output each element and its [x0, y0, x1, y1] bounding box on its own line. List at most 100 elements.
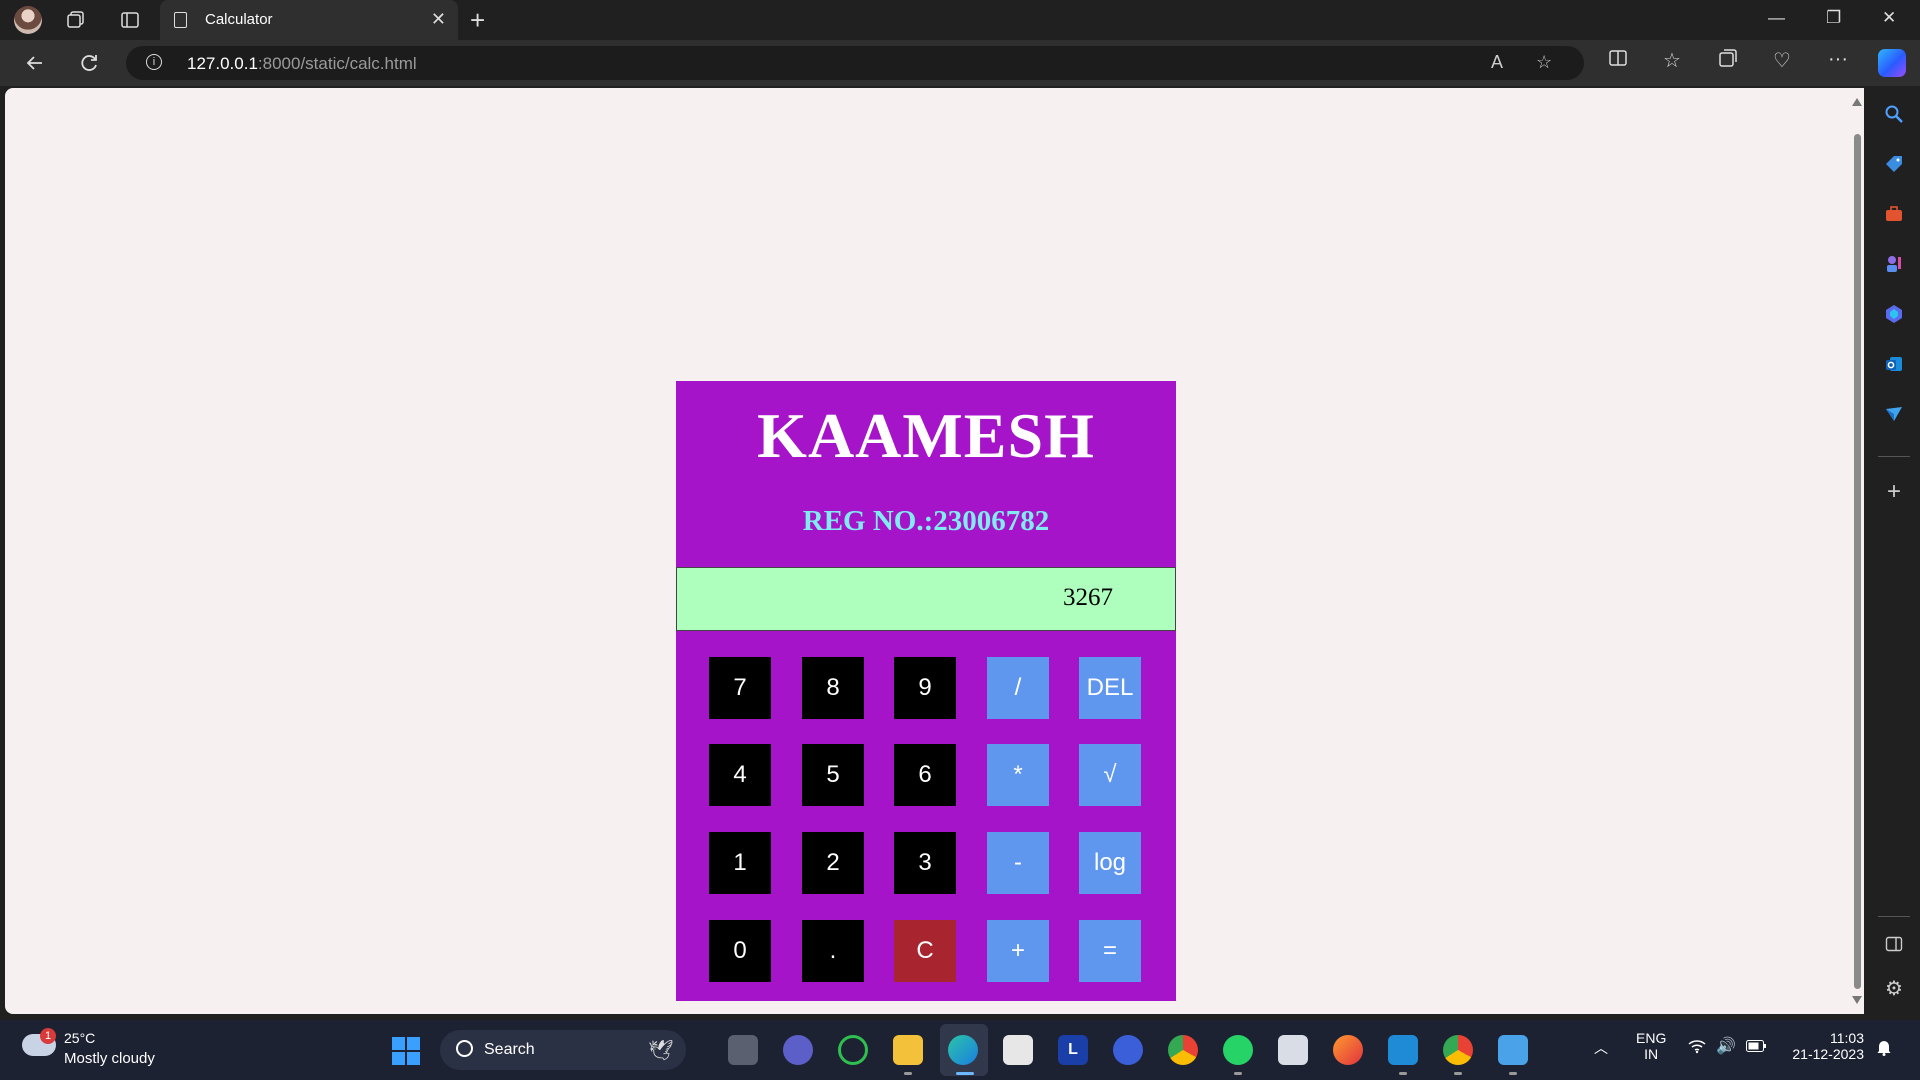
address-bar[interactable]: i 127.0.0.1:8000/static/calc.html A ☆	[126, 46, 1584, 80]
favorites-icon[interactable]: ☆	[1663, 48, 1681, 73]
notification-bell-icon[interactable]	[1876, 1038, 1892, 1059]
collections-icon[interactable]	[1718, 48, 1738, 74]
language-indicator[interactable]: ENG IN	[1636, 1030, 1666, 1062]
microsoft-store-icon[interactable]	[1003, 1035, 1033, 1065]
shopping-tag-icon[interactable]	[1882, 152, 1906, 176]
key-sqrt[interactable]: √	[1079, 744, 1141, 806]
l-app-icon[interactable]: L	[1058, 1035, 1088, 1065]
new-tab-button[interactable]: +	[470, 5, 485, 36]
calculator-panel: KAAMESH REG NO.:23006782 3267 7 8 9 / DE…	[676, 381, 1176, 1001]
key-2[interactable]: 2	[802, 832, 864, 894]
battery-icon[interactable]	[1746, 1039, 1766, 1055]
browser-essentials-icon[interactable]: ♡	[1773, 48, 1791, 73]
send-drop-icon[interactable]	[1882, 402, 1906, 426]
vscode-icon[interactable]	[1388, 1035, 1418, 1065]
site-info-icon[interactable]: i	[146, 54, 162, 70]
back-button[interactable]	[20, 48, 50, 78]
start-button[interactable]	[392, 1037, 420, 1065]
python-file-icon[interactable]	[1278, 1035, 1308, 1065]
calculator-display[interactable]: 3267	[676, 567, 1176, 631]
running-indicator	[1234, 1072, 1242, 1075]
outlook-icon[interactable]	[1882, 352, 1906, 376]
search-icon	[456, 1040, 473, 1057]
key-divide[interactable]: /	[987, 657, 1049, 719]
add-sidebar-app-icon[interactable]: +	[1882, 478, 1906, 505]
scroll-thumb[interactable]	[1854, 134, 1861, 989]
refresh-button[interactable]	[74, 48, 104, 78]
search-label: Search	[484, 1041, 535, 1058]
key-log[interactable]: log	[1079, 832, 1141, 894]
key-6[interactable]: 6	[894, 744, 956, 806]
chrome-profile-icon[interactable]	[1443, 1035, 1473, 1065]
favorite-star-icon[interactable]: ☆	[1536, 52, 1552, 73]
tab-title: Calculator	[205, 11, 273, 28]
clock-date: 21-12-2023	[1792, 1046, 1864, 1062]
windows-taskbar: 1 25°C Mostly cloudy Search 🕊 L ︿ ENG IN…	[0, 1020, 1920, 1080]
weather-temp[interactable]: 25°C	[64, 1030, 95, 1046]
weather-badge: 1	[40, 1028, 56, 1044]
restore-button[interactable]: ❐	[1826, 8, 1841, 28]
edge-icon[interactable]	[948, 1035, 978, 1065]
key-7[interactable]: 7	[709, 657, 771, 719]
profile-avatar[interactable]	[14, 6, 42, 34]
tab-actions-icon[interactable]	[118, 8, 142, 32]
weather-condition[interactable]: Mostly cloudy	[64, 1050, 155, 1067]
scroll-down-arrow[interactable]	[1852, 996, 1862, 1004]
key-4[interactable]: 4	[709, 744, 771, 806]
browser-title-bar: Calculator ✕ + — ❐ ✕	[0, 0, 1920, 40]
clock-time: 11:03	[1830, 1030, 1864, 1046]
taskbar-search[interactable]: Search 🕊	[440, 1030, 686, 1070]
running-indicator	[1509, 1072, 1517, 1075]
key-8[interactable]: 8	[802, 657, 864, 719]
workspaces-icon[interactable]	[64, 8, 88, 32]
browser-toolbar: i 127.0.0.1:8000/static/calc.html A ☆ ☆ …	[0, 40, 1920, 86]
key-multiply[interactable]: *	[987, 744, 1049, 806]
edge-sidebar: + ⚙	[1868, 86, 1920, 1014]
close-tab-icon[interactable]: ✕	[431, 9, 446, 30]
games-icon[interactable]	[1882, 252, 1906, 276]
arc-app-icon[interactable]	[1113, 1035, 1143, 1065]
language-bottom: IN	[1644, 1046, 1659, 1062]
key-equals[interactable]: =	[1079, 920, 1141, 982]
scroll-up-arrow[interactable]	[1852, 98, 1862, 106]
page-scrollbar[interactable]	[1850, 88, 1864, 1014]
key-3[interactable]: 3	[894, 832, 956, 894]
teams-chat-icon[interactable]	[783, 1035, 813, 1065]
wifi-icon[interactable]	[1688, 1038, 1706, 1057]
minimize-button[interactable]: —	[1768, 8, 1785, 28]
more-options-icon[interactable]: ···	[1828, 48, 1848, 71]
close-window-button[interactable]: ✕	[1882, 8, 1896, 28]
microsoft-365-icon[interactable]	[1882, 302, 1906, 326]
sync-app-icon[interactable]	[838, 1035, 868, 1065]
tab-calculator[interactable]: Calculator ✕	[160, 0, 458, 40]
whatsapp-icon[interactable]	[1223, 1035, 1253, 1065]
system-clock[interactable]: 11:03 21-12-2023	[1780, 1030, 1864, 1062]
page-viewport: KAAMESH REG NO.:23006782 3267 7 8 9 / DE…	[5, 88, 1850, 1014]
chrome-icon[interactable]	[1168, 1035, 1198, 1065]
firefox-icon[interactable]	[1333, 1035, 1363, 1065]
task-view-icon[interactable]	[728, 1035, 758, 1065]
volume-icon[interactable]: 🔊	[1716, 1036, 1736, 1056]
key-subtract[interactable]: -	[987, 832, 1049, 894]
key-decimal[interactable]: .	[802, 920, 864, 982]
show-hidden-icons-icon[interactable]: ︿	[1594, 1038, 1608, 1058]
key-1[interactable]: 1	[709, 832, 771, 894]
read-aloud-icon[interactable]: A	[1491, 52, 1503, 73]
split-screen-icon[interactable]	[1608, 48, 1628, 74]
url-text[interactable]: 127.0.0.1:8000/static/calc.html	[187, 54, 417, 74]
key-0[interactable]: 0	[709, 920, 771, 982]
key-clear[interactable]: C	[894, 920, 956, 982]
key-delete[interactable]: DEL	[1079, 657, 1141, 719]
hide-sidebar-icon[interactable]	[1882, 932, 1906, 956]
tools-icon[interactable]	[1882, 202, 1906, 226]
copilot-icon[interactable]	[1878, 49, 1906, 77]
key-add[interactable]: +	[987, 920, 1049, 982]
key-9[interactable]: 9	[894, 657, 956, 719]
search-highlight-icon: 🕊	[648, 1040, 674, 1062]
search-icon[interactable]	[1882, 102, 1906, 126]
notepad-icon[interactable]	[1498, 1035, 1528, 1065]
file-explorer-icon[interactable]	[893, 1035, 923, 1065]
page-icon	[174, 12, 187, 28]
sidebar-settings-icon[interactable]: ⚙	[1882, 976, 1906, 1000]
key-5[interactable]: 5	[802, 744, 864, 806]
